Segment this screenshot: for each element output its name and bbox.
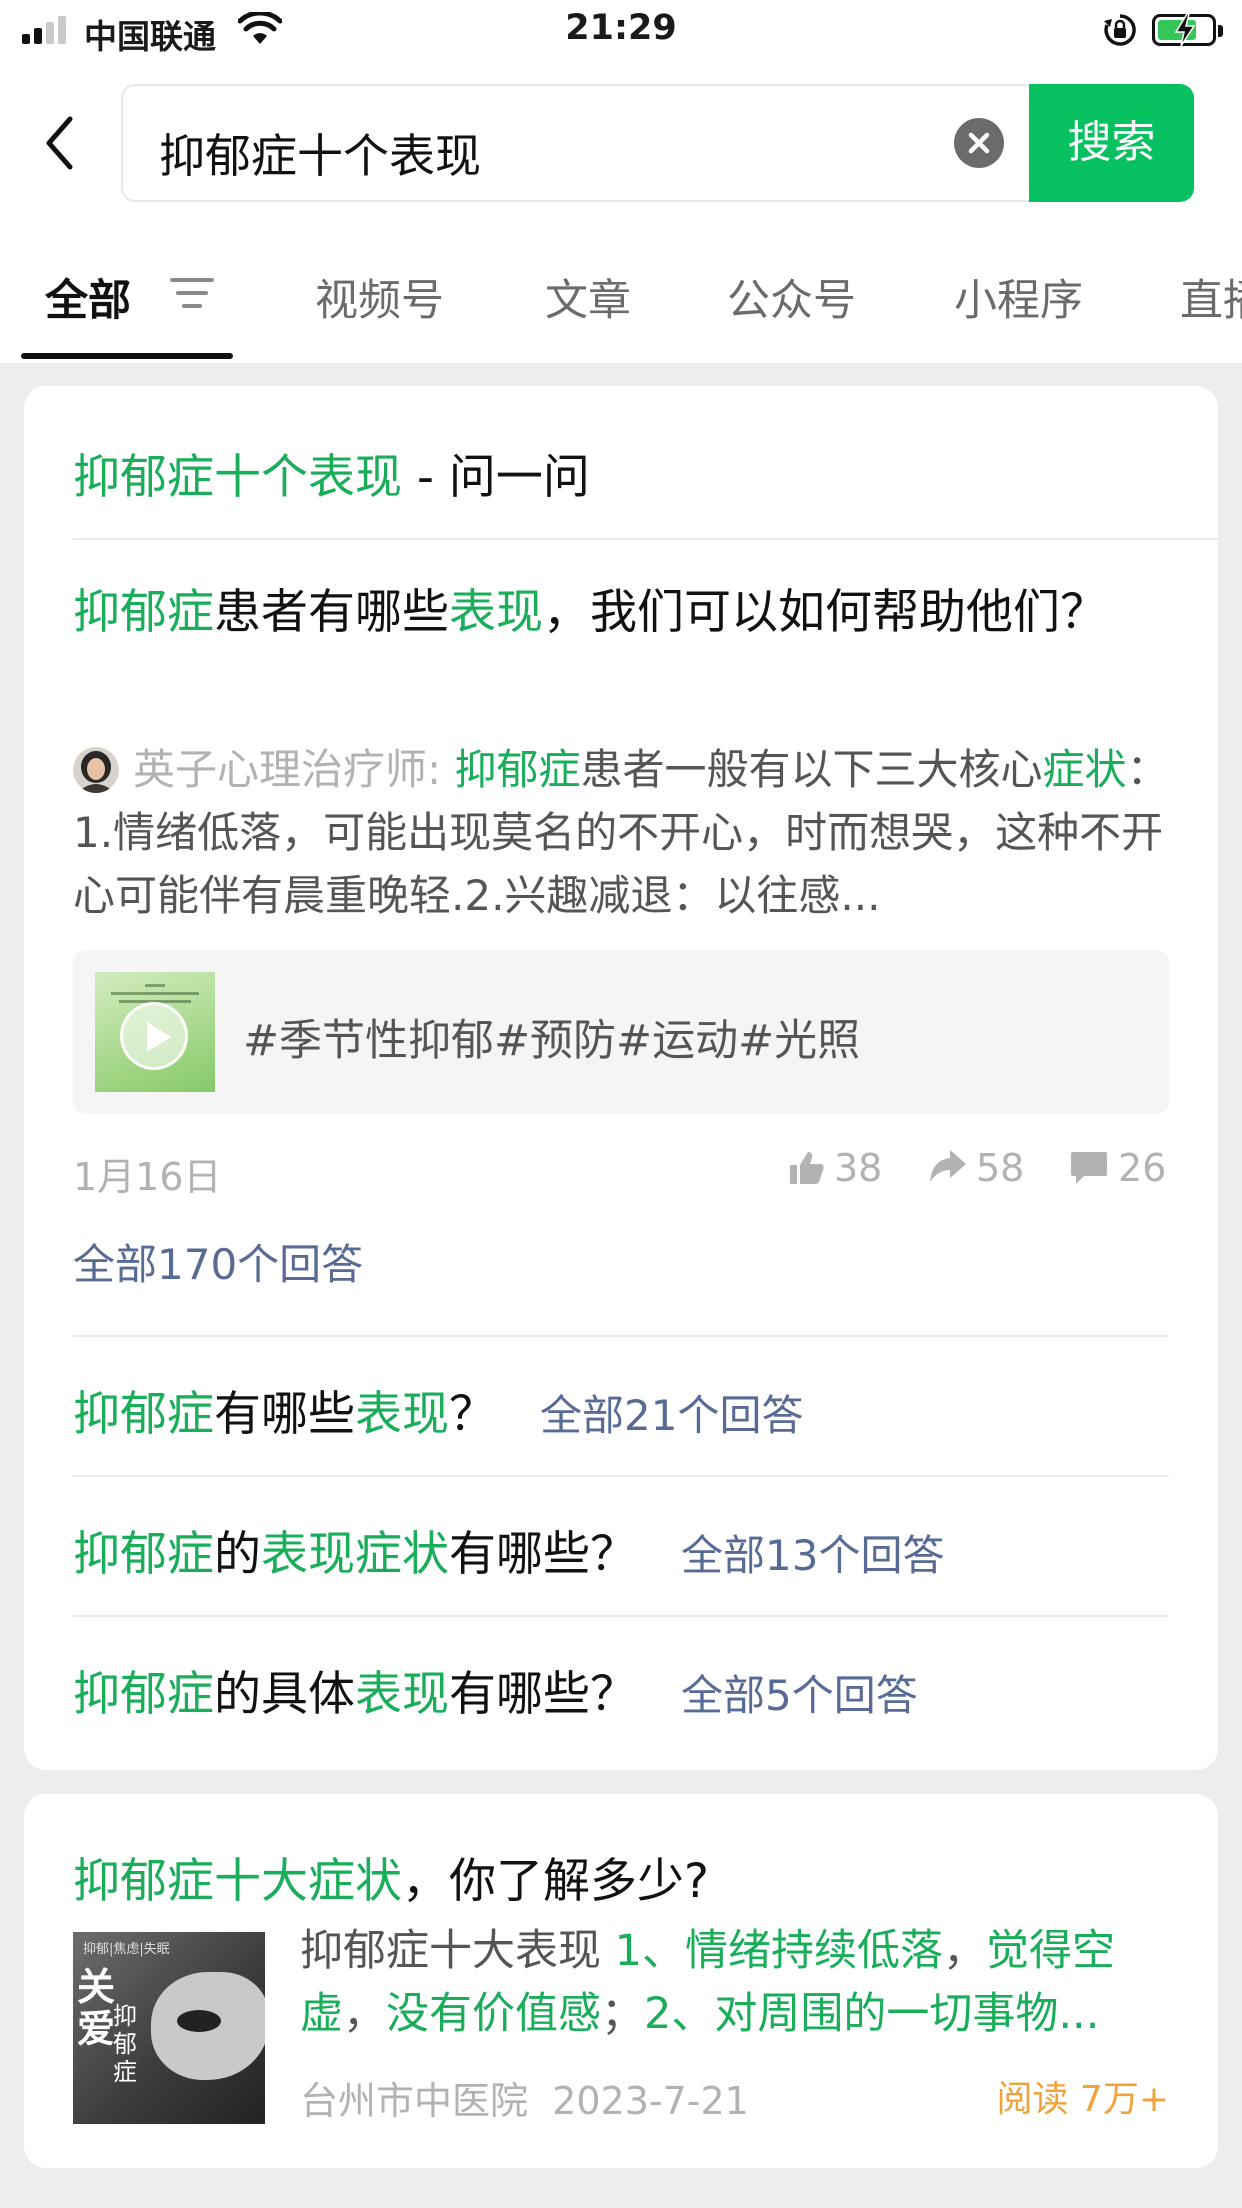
- related-question[interactable]: 抑郁症的表现症状有哪些？ 全部13个回答: [73, 1515, 944, 1584]
- related-answer-count: 全部5个回答: [681, 1671, 918, 1720]
- article-snippet: 抑郁症十大表现 1、情绪持续低落，觉得空虚，没有价值感；2、对周围的一切事物..…: [300, 1926, 1116, 2039]
- battery-icon: [1152, 14, 1223, 46]
- related-answer-count: 全部13个回答: [681, 1531, 945, 1580]
- share-icon[interactable]: [928, 1150, 968, 1184]
- divider: [73, 1475, 1169, 1477]
- divider: [73, 1335, 1169, 1337]
- tab-active-indicator: [21, 353, 233, 359]
- status-time: 21:29: [565, 8, 677, 48]
- divider: [73, 538, 1218, 540]
- play-icon: [120, 1002, 188, 1070]
- tab-official-accounts[interactable]: 公众号: [727, 266, 856, 328]
- related-question[interactable]: 抑郁症的具体表现有哪些？ 全部5个回答: [73, 1655, 918, 1724]
- read-count: 阅读 7万+: [996, 2079, 1169, 2120]
- all-answers-link[interactable]: 全部170个回答: [73, 1231, 363, 1292]
- share-count: 58: [976, 1146, 1025, 1190]
- qa-card-title[interactable]: 抑郁症十个表现 - 问一问: [73, 438, 590, 507]
- rotation-lock-icon: [1102, 12, 1138, 52]
- back-icon[interactable]: [44, 115, 74, 175]
- video-tags: #季节性抑郁#预防#运动#光照: [243, 1016, 861, 1066]
- comment-count: 26: [1118, 1146, 1167, 1190]
- tab-mini-programs[interactable]: 小程序: [954, 266, 1083, 328]
- article-card[interactable]: 抑郁症十大症状，你了解多少? 抑郁|焦虑|失眠 关爱 抑郁症 抑郁症十大表现 1…: [24, 1794, 1218, 2168]
- article-title[interactable]: 抑郁症十大症状，你了解多少?: [73, 1842, 709, 1911]
- comment-icon[interactable]: [1070, 1150, 1108, 1186]
- video-attachment[interactable]: #季节性抑郁#预防#运动#光照: [73, 950, 1169, 1114]
- tab-live[interactable]: 直播: [1180, 266, 1242, 328]
- tab-articles[interactable]: 文章: [545, 266, 631, 328]
- tab-all[interactable]: 全部: [45, 266, 131, 328]
- answer-snippet[interactable]: 英子心理治疗师: 抑郁症患者一般有以下三大核心症状：1.情绪低落，可能出现莫名的…: [73, 738, 1193, 927]
- article-thumbnail[interactable]: 抑郁|焦虑|失眠 关爱 抑郁症: [73, 1932, 265, 2124]
- search-header: 抑郁症十个表现 搜索: [0, 60, 1242, 220]
- video-thumbnail: [95, 972, 215, 1092]
- tab-channels[interactable]: 视频号: [315, 266, 444, 328]
- post-date: 1月16日: [73, 1155, 222, 1199]
- thumbs-up-icon[interactable]: [788, 1150, 826, 1186]
- clear-icon[interactable]: [954, 118, 1004, 168]
- status-bar: 中国联通 21:29: [0, 0, 1242, 60]
- related-answer-count: 全部21个回答: [540, 1391, 804, 1440]
- filter-icon[interactable]: [170, 276, 214, 314]
- article-source[interactable]: 台州市中医院: [300, 2079, 528, 2123]
- category-tabs: 全部 视频号 文章 公众号 小程序 直播: [0, 220, 1242, 363]
- search-button[interactable]: 搜索: [1029, 84, 1194, 202]
- question-title[interactable]: 抑郁症患者有哪些表现，我们可以如何帮助他们？: [73, 578, 1183, 648]
- divider: [73, 1615, 1169, 1617]
- related-question[interactable]: 抑郁症有哪些表现？ 全部21个回答: [73, 1375, 803, 1444]
- qa-card: 抑郁症十个表现 - 问一问 抑郁症患者有哪些表现，我们可以如何帮助他们？ 英子心…: [24, 386, 1218, 1770]
- article-meta: 台州市中医院 2023-7-21: [300, 2070, 749, 2125]
- article-date: 2023-7-21: [552, 2079, 749, 2123]
- like-count: 38: [834, 1146, 883, 1190]
- search-input[interactable]: 抑郁症十个表现: [121, 84, 1029, 202]
- search-query: 抑郁症十个表现: [159, 129, 481, 183]
